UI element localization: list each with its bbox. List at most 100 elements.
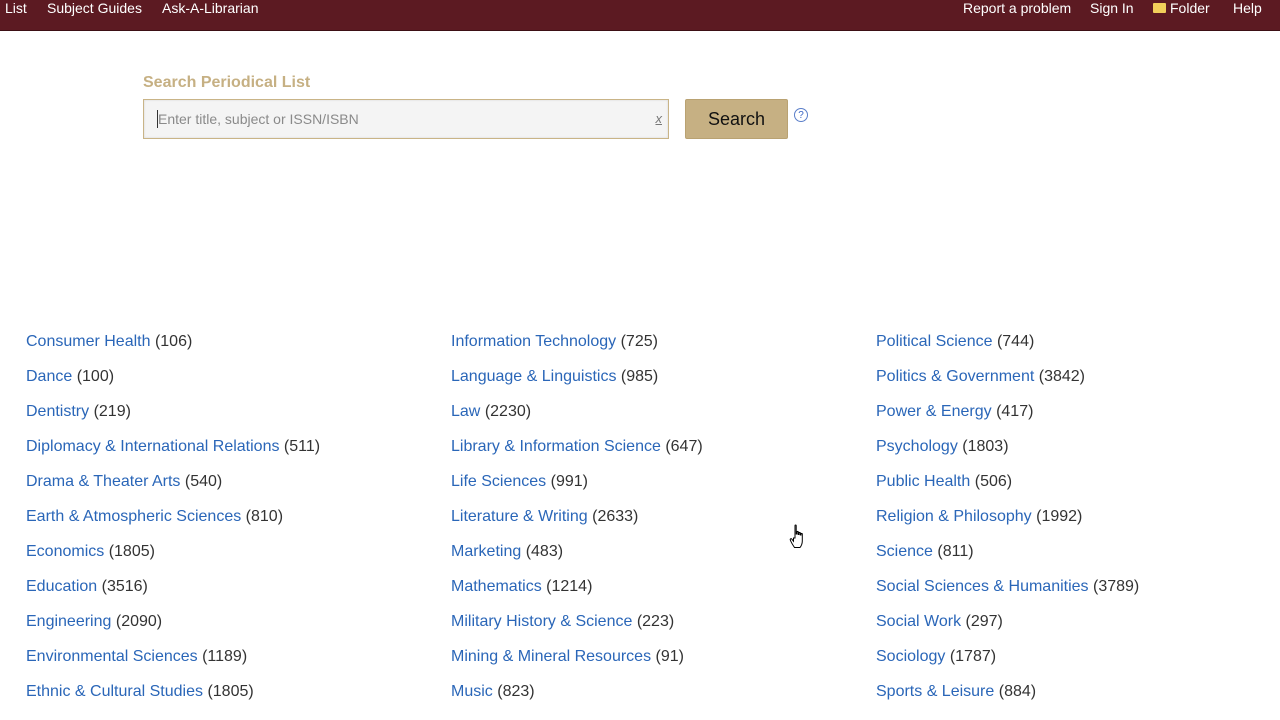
subject-item: Military History & Science (223) (451, 604, 703, 639)
subject-item: Science (811) (876, 534, 1139, 569)
subject-item: Information Technology (725) (451, 324, 703, 359)
subject-link[interactable]: Life Sciences (451, 473, 546, 490)
subject-link[interactable]: Education (26, 578, 97, 595)
subject-item: Political Science (744) (876, 324, 1139, 359)
folder-link[interactable]: Folder (1153, 0, 1210, 16)
subject-link[interactable]: Literature & Writing (451, 508, 588, 525)
subject-count: (725) (620, 333, 658, 350)
subject-count: (511) (283, 438, 321, 455)
folder-link-label: Folder (1170, 0, 1210, 16)
subject-item: Literature & Writing (2633) (451, 499, 703, 534)
subject-item: Psychology (1803) (876, 429, 1139, 464)
report-problem-link[interactable]: Report a problem (963, 0, 1071, 16)
subject-link[interactable]: Power & Energy (876, 403, 992, 420)
subject-item: Environmental Sciences (1189) (26, 639, 320, 674)
subject-link[interactable]: Information Technology (451, 333, 616, 350)
help-link[interactable]: Help (1233, 0, 1262, 16)
subject-link[interactable]: Environmental Sciences (26, 648, 198, 665)
subject-count: (223) (636, 613, 675, 630)
subject-count: (985) (620, 368, 659, 385)
nav-ask-a-librarian-link[interactable]: Ask-A-Librarian (162, 0, 258, 16)
subject-link[interactable]: Ethnic & Cultural Studies (26, 683, 203, 700)
clear-icon[interactable]: x (656, 111, 663, 127)
subject-link[interactable]: Earth & Atmospheric Sciences (26, 508, 241, 525)
subject-link[interactable]: Drama & Theater Arts (26, 473, 180, 490)
subject-count: (811) (937, 543, 974, 560)
subject-link[interactable]: Diplomacy & International Relations (26, 438, 279, 455)
subject-item: Education (3516) (26, 569, 320, 604)
search-box[interactable]: x (143, 99, 669, 139)
folder-icon (1153, 3, 1166, 13)
subject-link[interactable]: Psychology (876, 438, 958, 455)
subject-link[interactable]: Dance (26, 368, 72, 385)
subject-link[interactable]: Language & Linguistics (451, 368, 616, 385)
subject-link[interactable]: Religion & Philosophy (876, 508, 1032, 525)
subject-count: (3789) (1093, 578, 1140, 595)
hand-cursor-icon (789, 524, 809, 555)
subject-item: Social Work (297) (876, 604, 1139, 639)
subject-count: (100) (76, 368, 115, 385)
nav-subject-guides-link[interactable]: Subject Guides (47, 0, 142, 16)
subject-count: (991) (550, 473, 588, 490)
subject-item: Sports & Leisure (884) (876, 674, 1139, 709)
subject-item: Language & Linguistics (985) (451, 359, 703, 394)
subject-link[interactable]: Engineering (26, 613, 111, 630)
subject-link[interactable]: Law (451, 403, 480, 420)
subject-column-2: Information Technology (725) Language & … (451, 324, 703, 709)
subject-count: (1805) (207, 683, 254, 700)
subject-link[interactable]: Political Science (876, 333, 993, 350)
subject-count: (810) (245, 508, 284, 525)
subject-count: (1189) (202, 648, 248, 665)
subject-link[interactable]: Mathematics (451, 578, 542, 595)
subject-link[interactable]: Social Sciences & Humanities (876, 578, 1089, 595)
subject-link[interactable]: Dentistry (26, 403, 89, 420)
subject-item: Politics & Government (3842) (876, 359, 1139, 394)
subject-item: Social Sciences & Humanities (3789) (876, 569, 1139, 604)
subject-link[interactable]: Politics & Government (876, 368, 1034, 385)
subject-column-1: Consumer Health (106) Dance (100) Dentis… (26, 324, 320, 709)
subject-link[interactable]: Music (451, 683, 493, 700)
text-caret (157, 110, 158, 128)
search-label: Search Periodical List (143, 74, 311, 91)
subject-item: Economics (1805) (26, 534, 320, 569)
nav-list-link[interactable]: List (5, 0, 27, 16)
subject-item: Dentistry (219) (26, 394, 320, 429)
subject-item: Sociology (1787) (876, 639, 1139, 674)
subject-item: Mathematics (1214) (451, 569, 703, 604)
search-input[interactable] (158, 109, 638, 129)
subject-item: Power & Energy (417) (876, 394, 1139, 429)
subject-item: Religion & Philosophy (1992) (876, 499, 1139, 534)
subject-link[interactable]: Sociology (876, 648, 945, 665)
subject-count: (3516) (101, 578, 148, 595)
subject-item: Library & Information Science (647) (451, 429, 703, 464)
subject-count: (483) (525, 543, 564, 560)
subject-item: Diplomacy & International Relations (511… (26, 429, 320, 464)
subject-item: Consumer Health (106) (26, 324, 320, 359)
subject-count: (106) (154, 333, 193, 350)
subject-item: Ethnic & Cultural Studies (1805) (26, 674, 320, 709)
subject-count: (3842) (1038, 368, 1085, 385)
subject-link[interactable]: Library & Information Science (451, 438, 661, 455)
sign-in-link[interactable]: Sign In (1090, 0, 1134, 16)
subject-link[interactable]: Public Health (876, 473, 970, 490)
subject-count: (219) (93, 403, 131, 420)
subject-link[interactable]: Mining & Mineral Resources (451, 648, 651, 665)
subject-link[interactable]: Sports & Leisure (876, 683, 994, 700)
subject-item: Law (2230) (451, 394, 703, 429)
subject-link[interactable]: Consumer Health (26, 333, 151, 350)
subject-link[interactable]: Social Work (876, 613, 961, 630)
subject-item: Life Sciences (991) (451, 464, 703, 499)
subject-item: Marketing (483) (451, 534, 703, 569)
subject-count: (297) (965, 613, 1003, 630)
subject-link[interactable]: Economics (26, 543, 104, 560)
subject-count: (506) (974, 473, 1013, 490)
subject-count: (744) (996, 333, 1035, 350)
subject-link[interactable]: Marketing (451, 543, 521, 560)
subject-item: Public Health (506) (876, 464, 1139, 499)
search-button[interactable]: Search (685, 99, 788, 139)
help-icon[interactable]: ? (794, 108, 808, 122)
subject-item: Engineering (2090) (26, 604, 320, 639)
subject-count: (417) (996, 403, 1034, 420)
subject-link[interactable]: Science (876, 543, 933, 560)
subject-link[interactable]: Military History & Science (451, 613, 632, 630)
